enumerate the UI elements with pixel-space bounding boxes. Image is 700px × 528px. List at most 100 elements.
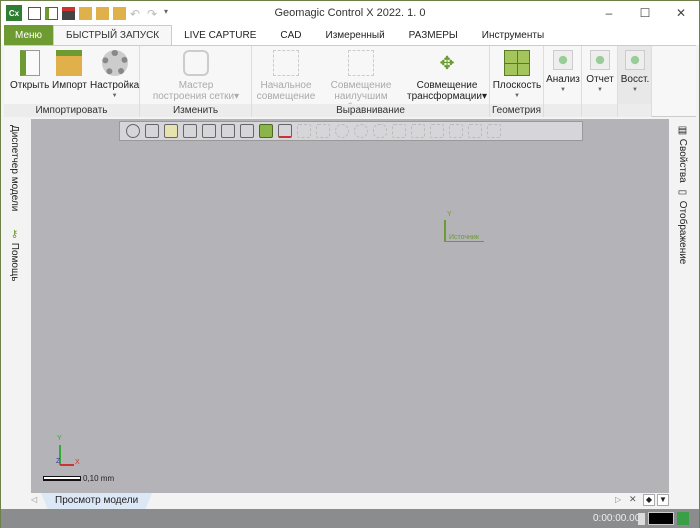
hexagon-icon — [183, 50, 209, 76]
group-label: Импортировать — [4, 104, 139, 117]
scale-bar: 0,10 mm — [43, 474, 114, 483]
transform-alignment-button[interactable]: ✥ Совмещение трансформации▾ — [406, 50, 488, 102]
tab-quick-start[interactable]: БЫСТРЫЙ ЗАПУСК — [53, 25, 173, 45]
tab-live-capture[interactable]: LIVE CAPTURE — [172, 25, 268, 45]
group-analysis: Анализ ▼ — [544, 46, 582, 117]
group-report: Отчет ▼ — [582, 46, 618, 117]
group-label — [618, 104, 651, 117]
rotate-right-icon[interactable] — [202, 124, 216, 138]
properties-icon: ▤ — [677, 125, 688, 139]
bottom-tab-bar: ◁ Просмотр модели ▷ ✕ ◆ ▼ — [1, 493, 699, 509]
open-icon — [19, 50, 40, 76]
model-viewport[interactable]: Y Источник Y X Z 0,10 mm — [31, 119, 669, 493]
extend-select-icon[interactable] — [430, 124, 444, 138]
tab-dimensions[interactable]: РАЗМЕРЫ — [397, 25, 470, 45]
normal-view-icon[interactable] — [240, 124, 254, 138]
group-geometry: Плоскость ▼ Геометрия — [490, 46, 544, 117]
customize-qa-icon[interactable]: ▾ — [164, 7, 177, 20]
tab-measured[interactable]: Измеренный — [314, 25, 397, 45]
app-logo: Cx — [6, 5, 22, 21]
dropdown-icon[interactable]: ▼ — [657, 494, 669, 506]
origin-marker: Y Источник — [441, 211, 501, 246]
tab-model-view[interactable]: Просмотр модели — [41, 493, 153, 509]
close-tab-icon[interactable]: ✕ — [629, 494, 637, 505]
tab-menu[interactable]: Меню — [4, 25, 54, 45]
folder-settings-icon[interactable] — [113, 6, 126, 20]
pin-icon[interactable]: ◆ — [643, 494, 655, 506]
plane-button[interactable]: Плоскость ▼ — [492, 50, 542, 102]
elapsed-time: 0:00:00.00 — [593, 513, 641, 524]
mesh-wizard-button[interactable]: Мастер построения сетки▾ — [148, 50, 244, 102]
model-manager-tab[interactable]: Диспетчер модели — [9, 125, 20, 211]
select-through-icon[interactable] — [411, 124, 425, 138]
layer-grid-icon[interactable] — [259, 124, 273, 138]
app-window: Cx ↶ ↷ ▾ Geomagic Control X 2022. 1. 0 ‒… — [1, 1, 699, 528]
group-edit-scan: Мастерпостроения сетки▾ Изменить сканиро… — [140, 46, 252, 129]
circle-select-icon[interactable] — [335, 124, 349, 138]
best-fit-icon — [348, 50, 374, 76]
open-file-icon[interactable] — [45, 6, 58, 20]
close-button[interactable]: ✕ — [663, 1, 699, 25]
group-label: Выравнивание — [252, 104, 489, 117]
maximize-button[interactable]: ☐ — [627, 1, 663, 25]
rect-select-icon[interactable] — [316, 124, 330, 138]
group-label: Изменить сканирование — [140, 104, 251, 129]
circle-icon — [553, 50, 573, 70]
import-icon — [56, 50, 83, 76]
settings-button[interactable]: Настройка ▼ — [90, 50, 139, 102]
group-restore: Восст. ▼ — [618, 46, 652, 117]
group-alignment: Начальное совмещение Совмещение наилучшим … — [252, 46, 490, 117]
open-button[interactable]: Открыть — [10, 50, 49, 91]
key-icon: ⚷ — [9, 229, 20, 243]
export-folder-icon[interactable] — [96, 6, 109, 20]
ready-indicator — [677, 512, 689, 525]
redo-icon[interactable]: ↷ — [147, 7, 160, 21]
plane-icon — [504, 50, 530, 76]
gear-icon — [101, 50, 128, 76]
group-import: Открыть Импорт Настройка ▼ Импортировать — [4, 46, 140, 117]
save-icon[interactable] — [62, 6, 75, 20]
select-mode-icon[interactable] — [468, 124, 482, 138]
cube-view-icon[interactable] — [145, 124, 159, 138]
undo-icon[interactable]: ↶ — [130, 7, 143, 21]
new-file-icon[interactable] — [28, 6, 41, 20]
lasso-select-icon[interactable] — [373, 124, 387, 138]
tab-cad[interactable]: CAD — [268, 25, 313, 45]
right-panel-dock: ▤ Свойства ▭ Отображение — [669, 119, 699, 493]
left-panel-dock: Диспетчер модели ⚷ Помощь — [1, 119, 29, 493]
analysis-button[interactable]: Анализ ▼ — [546, 50, 580, 96]
minimize-button[interactable]: ‒ — [591, 1, 627, 25]
scroll-right-icon[interactable]: ▷ — [615, 495, 621, 504]
visibility-icon[interactable] — [487, 124, 501, 138]
initial-alignment-button[interactable]: Начальное совмещение — [256, 50, 316, 102]
display-tab[interactable]: ▭ Отображение — [677, 187, 688, 264]
properties-tab[interactable]: ▤ Свойства — [677, 125, 688, 183]
shading-icon[interactable] — [126, 124, 140, 138]
split-view-icon[interactable] — [221, 124, 235, 138]
ribbon: Открыть Импорт Настройка ▼ Импортировать … — [4, 45, 696, 129]
monitor-icon: ▭ — [677, 187, 688, 201]
import-folder-icon[interactable] — [79, 6, 92, 20]
status-indicator — [638, 513, 645, 525]
paint-select-icon[interactable] — [392, 124, 406, 138]
scroll-left-icon[interactable]: ◁ — [31, 495, 37, 504]
restore-button[interactable]: Восст. ▼ — [619, 50, 651, 96]
line-select-icon[interactable] — [297, 124, 311, 138]
import-button[interactable]: Импорт — [52, 50, 87, 91]
select-visible-icon[interactable] — [449, 124, 463, 138]
title-bar: Cx ↶ ↷ ▾ Geomagic Control X 2022. 1. 0 ‒… — [1, 1, 699, 25]
view-toolbar — [119, 121, 583, 141]
help-tab[interactable]: ⚷ Помощь — [9, 229, 20, 281]
circle-select-2-icon[interactable] — [354, 124, 368, 138]
progress-bar — [648, 512, 674, 525]
axis-triad: Y X Z — [56, 435, 80, 466]
rotate-left-icon[interactable] — [183, 124, 197, 138]
initial-align-icon — [273, 50, 299, 76]
tab-tools[interactable]: Инструменты — [470, 25, 556, 45]
report-button[interactable]: Отчет ▼ — [584, 50, 616, 96]
group-label: Геометрия — [490, 104, 543, 117]
section-view-icon[interactable] — [164, 124, 178, 138]
clipping-icon[interactable] — [278, 124, 292, 138]
quick-access-toolbar: ↶ ↷ ▾ — [28, 6, 177, 21]
ribbon-tabs: Меню БЫСТРЫЙ ЗАПУСК LIVE CAPTURE CAD Изм… — [1, 25, 699, 45]
